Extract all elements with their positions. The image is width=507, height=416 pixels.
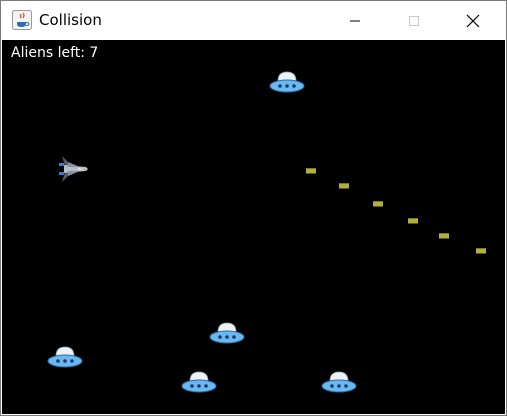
missile-icon [339,183,349,189]
ufo-icon [181,371,217,393]
missile-icon [476,248,486,254]
app-window: Collision Aliens left: 7 [0,0,507,416]
ufo-icon [321,371,357,393]
java-app-icon [12,10,32,30]
maximize-button[interactable] [391,1,437,40]
spaceship-icon [59,156,88,182]
maximize-icon [409,15,419,26]
missile-icon [408,218,418,224]
window-title: Collision [39,11,102,29]
aliens-left-counter: Aliens left: 7 [11,45,99,61]
missile-icon [306,168,316,174]
minimize-icon [350,20,360,21]
ufo-icon [47,346,83,368]
missile-icon [373,201,383,207]
close-icon [466,14,480,27]
minimize-button[interactable] [332,1,378,40]
ufo-icon [269,71,305,93]
title-bar[interactable]: Collision [1,1,506,40]
missile-icon [439,233,449,239]
ufo-icon [209,322,245,344]
close-button[interactable] [450,1,496,40]
game-canvas[interactable]: Aliens left: 7 [2,40,505,414]
